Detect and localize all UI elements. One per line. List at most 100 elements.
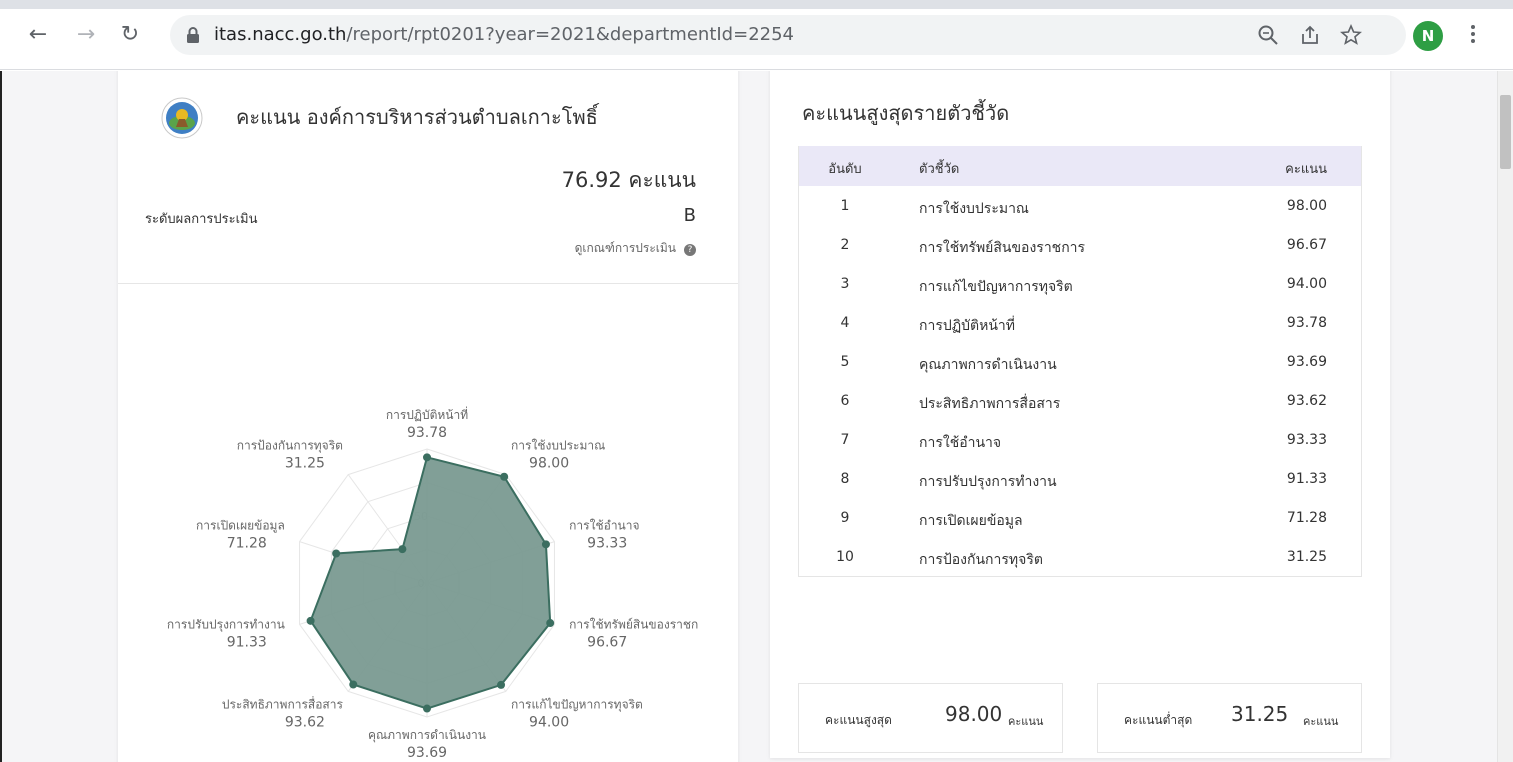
indicator-cell: การใช้ทรัพย์สินของราชการ (919, 240, 1086, 256)
share-icon[interactable] (1299, 24, 1321, 46)
score-cell: 93.62 (1286, 393, 1327, 409)
axis-label: การเปิดเผยข้อมูล (196, 519, 285, 534)
table-row: 1 การใช้งบประมาณ 98.00 (799, 186, 1361, 225)
browser-toolbar: ← → ↻ itas.nacc.go.th/report/rpt0201?yea… (0, 0, 1513, 70)
rank-cell: 6 (840, 393, 850, 409)
score-cell: 94.00 (1286, 276, 1327, 292)
help-icon[interactable]: ? (684, 244, 696, 256)
table-row: 4 การปฏิบัติหน้าที่ 93.78 (799, 303, 1361, 342)
score-cell: 93.33 (1286, 432, 1327, 448)
axis-label: คุณภาพการดำเนินงาน (368, 728, 486, 743)
lock-icon[interactable] (186, 26, 200, 44)
page-scrollbar[interactable] (1497, 71, 1513, 762)
data-point[interactable] (398, 545, 407, 554)
rank-cell: 3 (840, 276, 850, 292)
tab-strip (0, 0, 1513, 9)
score-cell: 96.67 (1286, 237, 1327, 253)
rank-cell: 7 (840, 432, 850, 448)
ranking-title: คะแนนสูงสุดรายตัวชี้วัด (802, 101, 1010, 125)
min-score-unit: คะแนน (1303, 715, 1339, 728)
min-score-label: คะแนนต่ำสุด (1124, 713, 1193, 727)
data-label: 94.00 (529, 714, 569, 730)
rank-cell: 2 (840, 237, 850, 253)
header-score: คะแนน (1285, 162, 1327, 177)
data-point[interactable] (497, 680, 506, 689)
data-point[interactable] (332, 549, 341, 558)
indicator-cell: คุณภาพการดำเนินงาน (919, 357, 1057, 373)
header-rank: อันดับ (828, 162, 862, 177)
criteria-link-label: ดูเกณฑ์การประเมิน (574, 241, 676, 255)
page-content: คะแนน องค์การบริหารส่วนตำบลเกาะโพธิ์ 76.… (0, 71, 1497, 762)
data-label: 98.00 (529, 456, 569, 472)
axis-label: การใช้ทรัพย์สินของราชก (569, 617, 698, 631)
table-row: 2 การใช้ทรัพย์สินของราชการ 96.67 (799, 225, 1361, 264)
ranking-table: อันดับ ตัวชี้วัด คะแนน 1 การใช้งบประมาณ 98… (798, 146, 1362, 577)
criteria-link[interactable]: ดูเกณฑ์การประเมิน? (575, 239, 696, 258)
data-label: 71.28 (227, 536, 267, 552)
menu-icon[interactable] (1465, 22, 1481, 50)
url-domain: itas.nacc.go.th (214, 24, 347, 45)
max-score-label: คะแนนสูงสุด (825, 713, 892, 727)
data-point[interactable] (306, 616, 315, 625)
radar-chart: 050การปฏิบัติหน้าที่93.78การใช้งบประมาณ9… (167, 406, 698, 761)
table-row: 10 การป้องกันการทุจริต 31.25 (799, 537, 1361, 576)
data-label: 96.67 (587, 634, 627, 650)
axis-label: การปฏิบัติหน้าที่ (386, 406, 468, 422)
data-label: 93.62 (285, 714, 325, 730)
data-point[interactable] (423, 704, 431, 713)
table-row: 7 การใช้อำนาจ 93.33 (799, 420, 1361, 459)
table-row: 5 คุณภาพการดำเนินงาน 93.69 (799, 342, 1361, 381)
reload-icon[interactable]: ↻ (118, 24, 142, 48)
profile-avatar[interactable]: N (1413, 21, 1443, 51)
rank-cell: 8 (840, 471, 850, 487)
max-score-value: 98.00 (945, 702, 1003, 726)
org-title: คะแนน องค์การบริหารส่วนตำบลเกาะโพธิ์ (236, 105, 598, 129)
axis-label: การใช้อำนาจ (569, 519, 639, 533)
star-icon[interactable] (1340, 24, 1362, 46)
score-cell: 91.33 (1286, 471, 1327, 487)
summary-card: คะแนน องค์การบริหารส่วนตำบลเกาะโพธิ์ 76.… (118, 71, 738, 762)
max-score-box: คะแนนสูงสุด 98.00 คะแนน (798, 683, 1063, 753)
axis-label: การแก้ไขปัญหาการทุจริต (511, 697, 643, 712)
indicator-cell: การปรับปรุงการทำงาน (919, 474, 1057, 490)
axis-label: ประสิทธิภาพการสื่อสาร (222, 695, 344, 711)
grade-label: ระดับผลการประเมิน (145, 212, 258, 227)
rank-cell: 9 (840, 510, 850, 526)
data-point[interactable] (423, 453, 431, 462)
data-label: 31.25 (285, 456, 325, 472)
table-row: 8 การปรับปรุงการทำงาน 91.33 (799, 459, 1361, 498)
indicator-cell: ประสิทธิภาพการสื่อสาร (919, 396, 1061, 412)
rank-cell: 10 (836, 549, 854, 565)
data-point[interactable] (500, 472, 509, 481)
back-icon[interactable]: ← (26, 24, 50, 48)
table-row: 9 การเปิดเผยข้อมูล 71.28 (799, 498, 1361, 537)
indicator-cell: การป้องกันการทุจริต (919, 552, 1043, 568)
forward-icon[interactable]: → (74, 24, 98, 48)
data-label: 93.78 (407, 425, 447, 441)
score-cell: 93.69 (1286, 354, 1327, 370)
rank-cell: 1 (840, 198, 850, 214)
data-point[interactable] (349, 680, 358, 689)
score-cell: 71.28 (1286, 510, 1327, 526)
data-label: 93.69 (407, 745, 447, 761)
url-text[interactable]: itas.nacc.go.th/report/rpt0201?year=2021… (214, 24, 794, 45)
ranking-card: คะแนนสูงสุดรายตัวชี้วัด อันดับ ตัวชี้วัด… (770, 71, 1390, 758)
zoom-icon[interactable] (1257, 24, 1279, 46)
indicator-cell: การใช้งบประมาณ (919, 201, 1029, 217)
max-score-unit: คะแนน (1008, 715, 1044, 728)
data-label: 91.33 (227, 634, 267, 650)
indicator-cell: การเปิดเผยข้อมูล (919, 513, 1023, 529)
score-cell: 93.78 (1286, 315, 1327, 331)
address-bar[interactable]: itas.nacc.go.th/report/rpt0201?year=2021… (170, 15, 1406, 55)
org-logo-icon (161, 97, 203, 139)
data-point[interactable] (541, 540, 550, 549)
indicator-cell: การปฏิบัติหน้าที่ (919, 318, 1016, 334)
total-score: 76.92 คะแนน (561, 168, 696, 192)
data-point[interactable] (546, 619, 555, 628)
score-cell: 31.25 (1286, 549, 1327, 565)
min-score-value: 31.25 (1231, 702, 1289, 726)
min-score-box: คะแนนต่ำสุด 31.25 คะแนน (1097, 683, 1362, 753)
axis-label: การปรับปรุงการทำงาน (167, 617, 285, 632)
scrollbar-thumb[interactable] (1500, 95, 1511, 169)
axis-label: การป้องกันการทุจริต (237, 439, 343, 454)
